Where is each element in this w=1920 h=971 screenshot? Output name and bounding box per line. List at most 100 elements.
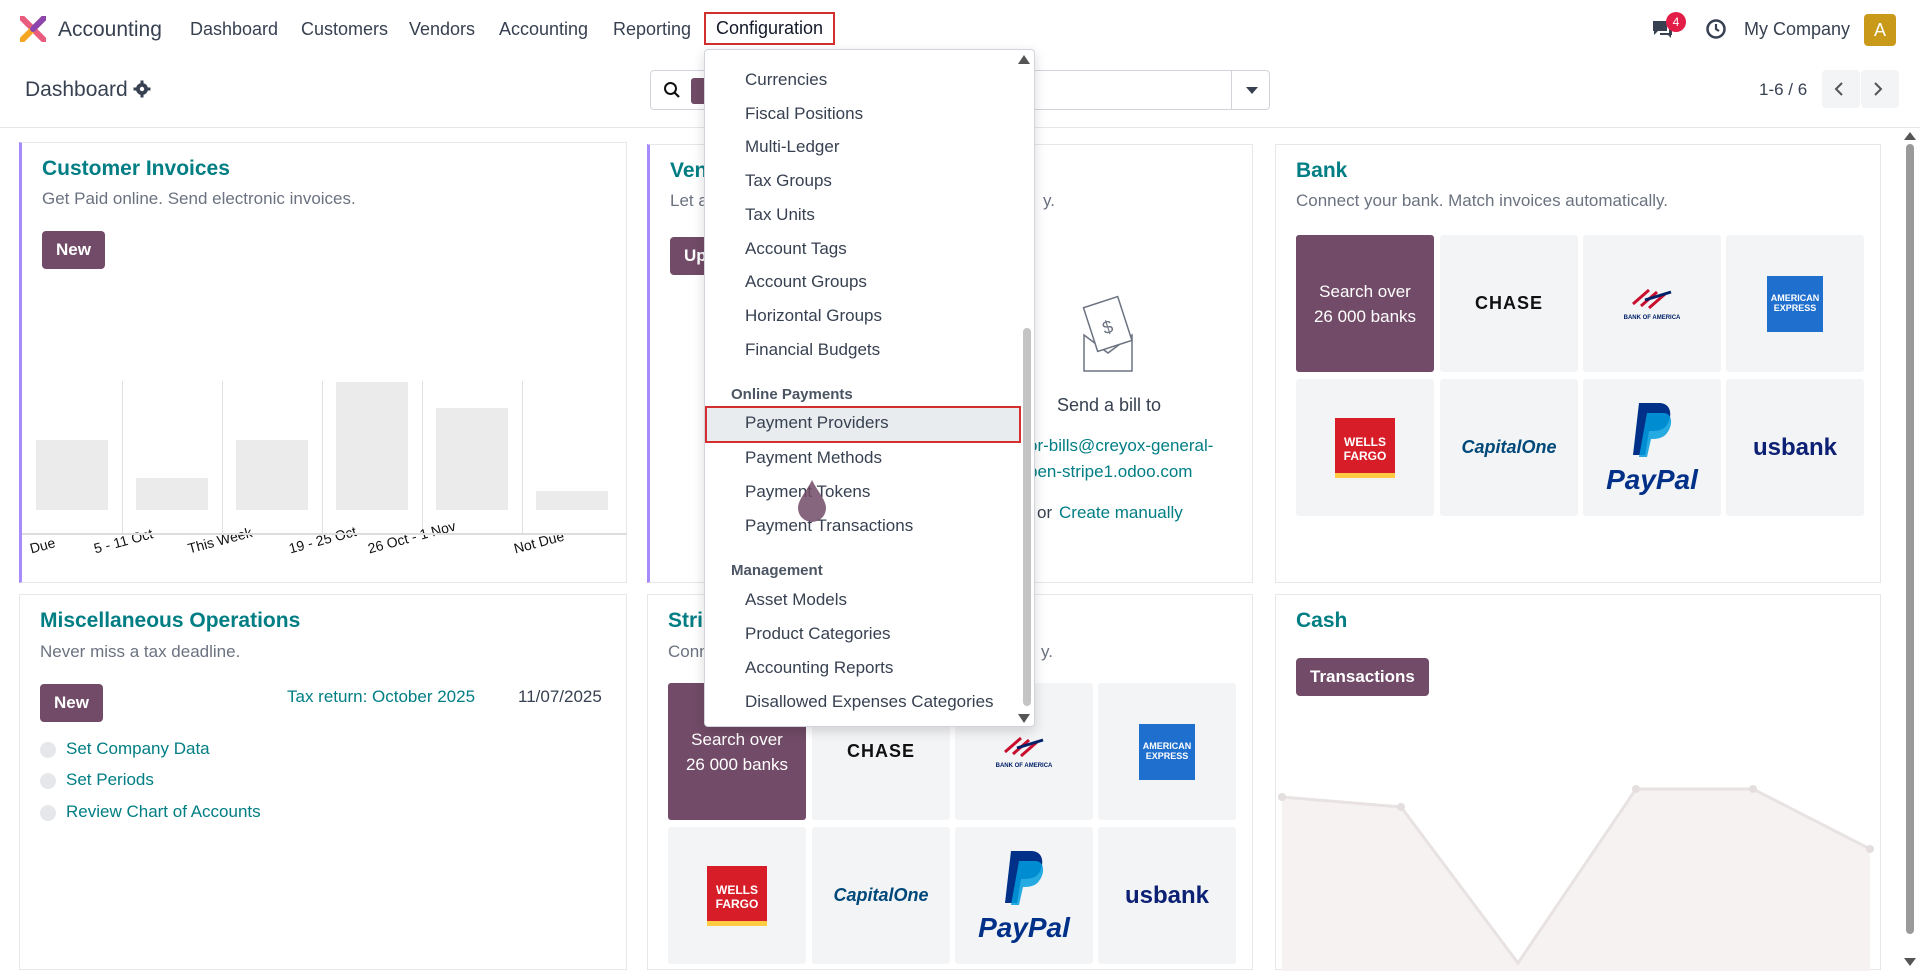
dropdown-header-online-payments: Online Payments [731,386,853,403]
dropdown-item-product-categories[interactable]: Product Categories [705,617,1021,650]
bank-tile-capitalone[interactable]: CapitalOne [1440,379,1578,516]
menu-vendors[interactable]: Vendors [409,19,475,40]
chart-point [1749,785,1757,793]
gear-icon[interactable] [133,80,151,98]
cash-line-chart[interactable] [1276,785,1880,971]
dropdown-item-tax-units[interactable]: Tax Units [705,198,1021,231]
chart-bar[interactable] [536,491,608,510]
bank-tile-amex[interactable]: AMERICAN EXPRESS [1098,683,1236,820]
scroll-up-arrow-icon[interactable] [1018,55,1030,64]
dropdown-item-payment-methods[interactable]: Payment Methods [705,441,1021,474]
bank-tile-boa[interactable]: BANK OF AMERICA [1583,235,1721,372]
invoices-bar-chart[interactable]: Due 5 - 11 Oct This Week 19 - 25 Oct 26 Oct … [22,381,627,583]
task-label[interactable]: Set Company Data [66,739,210,759]
dropdown-item-asset-models[interactable]: Asset Models [705,583,1021,616]
amex-logo: AMERICAN EXPRESS [1767,275,1823,332]
dropdown-item-journals[interactable]: Journals [705,50,1021,61]
bank-tile-amex[interactable]: AMERICAN EXPRESS [1726,235,1864,372]
task-label[interactable]: Review Chart of Accounts [66,802,261,822]
card-subtitle: Conn [668,642,709,661]
chart-point [1278,793,1286,801]
transactions-button[interactable]: Transactions [1296,658,1429,696]
scroll-down-arrow-icon[interactable] [1904,958,1916,966]
dropdown-item-fiscal-positions[interactable]: Fiscal Positions [705,97,1021,130]
clock-icon[interactable] [1705,18,1727,40]
or-label: or [1037,503,1053,522]
chart-bar[interactable] [236,440,308,510]
dropdown-item-multi-ledger[interactable]: Multi-Ledger [705,130,1021,163]
menu-configuration[interactable]: Configuration [704,12,836,45]
dropdown-item-payment-transactions[interactable]: Payment Transactions [705,509,1021,542]
cursor-indicator-icon [798,480,826,522]
avatar[interactable]: A [1864,14,1896,46]
scrollbar-thumb[interactable] [1906,144,1914,934]
task-label[interactable]: Set Periods [66,770,154,790]
menu-reporting[interactable]: Reporting [613,19,691,40]
amex-logo: AMERICAN EXPRESS [1139,723,1195,780]
bank-tile-paypal[interactable]: PayPal [1583,379,1721,516]
dropdown-item-payment-tokens[interactable]: Payment Tokens [705,475,1021,508]
card-subtitle: Never miss a tax deadline. [40,642,241,661]
chart-bar[interactable] [336,382,408,510]
page-scrollbar[interactable] [1900,128,1920,970]
task-status-dot [40,805,56,821]
dropdown-item-tax-groups[interactable]: Tax Groups [705,164,1021,197]
dropdown-item-horizontal-groups[interactable]: Horizontal Groups [705,299,1021,332]
company-switcher[interactable]: My Company [1744,19,1850,40]
chart-bar[interactable] [36,440,108,510]
wells-fargo-logo: WELLS FARGO [707,865,767,926]
card-title[interactable]: Miscellaneous Operations [40,609,300,633]
pager-value[interactable]: 1-6 / 6 [1759,80,1807,100]
new-misc-button[interactable]: New [40,684,103,722]
menu-customers[interactable]: Customers [301,19,388,40]
bank-tile-paypal[interactable]: PayPal [955,827,1093,964]
tax-return-link[interactable]: Tax return: October 2025 [287,687,475,707]
dropdown-item-payment-providers[interactable]: Payment Providers [705,406,1021,443]
dropdown-item-accounting-reports[interactable]: Accounting Reports [705,651,1021,684]
dropdown-item-financial-budgets[interactable]: Financial Budgets [705,333,1021,366]
menu-dashboard[interactable]: Dashboard [190,19,278,40]
scrollbar-thumb[interactable] [1023,328,1031,706]
email-link-line2[interactable]: pen-stripe1.odoo.com [1028,462,1192,482]
bank-tile-capitalone[interactable]: CapitalOne [812,827,950,964]
card-subtitle: Connect your bank. Match invoices automa… [1296,191,1668,210]
dropdown-item-account-tags[interactable]: Account Tags [705,232,1021,265]
search-options-toggle[interactable] [1231,71,1269,109]
paypal-icon [1004,851,1044,905]
accounting-app-icon[interactable] [20,16,46,42]
card-title[interactable]: Ven [670,159,707,183]
wells-fargo-logo: WELLS FARGO [1335,417,1395,478]
bank-tile-wells[interactable]: WELLS FARGO [668,827,806,964]
create-manually-link[interactable]: Create manually [1059,503,1183,523]
app-name[interactable]: Accounting [58,18,162,42]
dropdown-item-account-groups[interactable]: Account Groups [705,265,1021,298]
chart-point [1632,785,1640,793]
dropdown-item-currencies[interactable]: Currencies [705,63,1021,96]
search-banks-tile[interactable]: Search over 26 000 banks [1296,235,1434,372]
bank-tile-usbank[interactable]: usbank [1726,379,1864,516]
dropdown-item-disallowed-expenses[interactable]: Disallowed Expenses Categories [705,685,1021,718]
card-title[interactable]: Bank [1296,159,1347,183]
chart-bar[interactable] [436,408,508,510]
misc-operations-card: Miscellaneous Operations Never miss a ta… [19,594,627,970]
bank-tile-wells[interactable]: WELLS FARGO [1296,379,1434,516]
chase-logo: CHASE [846,741,915,761]
notification-badge: 4 [1666,12,1686,32]
new-invoice-button[interactable]: New [42,231,105,269]
email-link-line1[interactable]: or-bills@creyox-general- [1028,436,1213,456]
pager-next-button[interactable] [1861,70,1899,108]
bank-tile-chase[interactable]: CHASE [1440,235,1578,372]
bank-tile-usbank[interactable]: usbank [1098,827,1236,964]
scroll-down-arrow-icon[interactable] [1018,714,1030,723]
card-title[interactable]: Customer Invoices [42,157,230,181]
pager-previous-button[interactable] [1822,70,1860,108]
chart-gridline [422,381,423,533]
scroll-up-arrow-icon[interactable] [1904,132,1916,140]
customer-invoices-card: Customer Invoices Get Paid online. Send … [19,142,627,583]
boa-logo: BANK OF AMERICA [995,763,1053,769]
menu-accounting[interactable]: Accounting [499,19,588,40]
chase-logo: CHASE [1474,293,1543,313]
dropdown-scrollbar[interactable] [1018,50,1034,726]
card-title[interactable]: Cash [1296,609,1347,633]
chart-bar[interactable] [136,478,208,510]
